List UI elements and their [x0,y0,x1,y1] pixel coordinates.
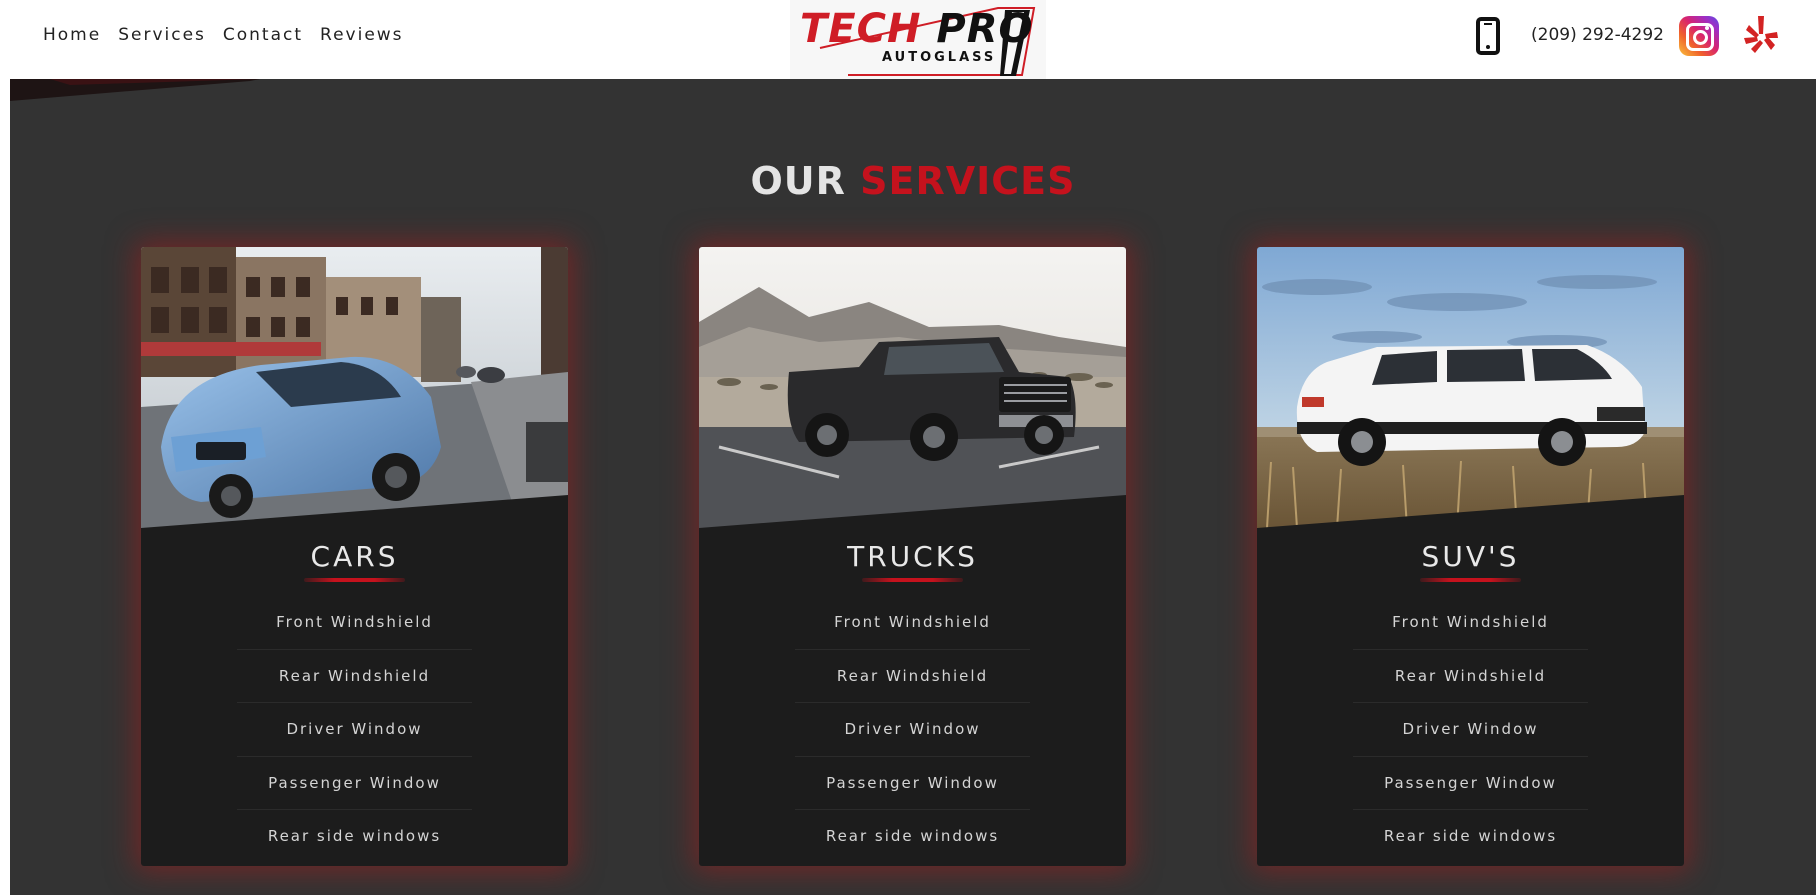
trucks-image [699,247,1126,528]
service-list: Front Windshield Rear Windshield Driver … [237,596,472,864]
service-list: Front Windshield Rear Windshield Driver … [1353,596,1588,864]
main-nav: Home Services Contact Reviews [43,25,404,45]
service-card-suvs: SUV'S Front Windshield Rear Windshield D… [1257,247,1684,866]
service-item[interactable]: Driver Window [795,703,1030,757]
service-item[interactable]: Rear Windshield [237,650,472,703]
service-item[interactable]: Driver Window [237,703,472,757]
service-card-cars: CARS Front Windshield Rear Windshield Dr… [141,247,568,866]
phone-icon[interactable] [1476,17,1500,55]
title-underline [304,578,405,582]
nav-contact[interactable]: Contact [223,25,303,45]
suvs-image [1257,247,1684,528]
instagram-icon[interactable] [1679,16,1719,56]
service-item[interactable]: Passenger Window [237,757,472,810]
decorative-wedge [10,79,260,101]
service-item[interactable]: Rear Windshield [1353,650,1588,703]
cars-image [141,247,568,528]
nav-services[interactable]: Services [118,25,206,45]
service-item[interactable]: Front Windshield [795,596,1030,650]
logo-tagline: AUTOGLASS [882,50,997,65]
service-item[interactable]: Front Windshield [1353,596,1588,650]
service-list: Front Windshield Rear Windshield Driver … [795,596,1030,864]
service-card-trucks: TRUCKS Front Windshield Rear Windshield … [699,247,1126,866]
service-item[interactable]: Rear side windows [237,810,472,864]
nav-reviews[interactable]: Reviews [320,25,404,45]
service-item[interactable]: Rear side windows [795,810,1030,864]
services-section: OUR SERVICES CARS Front Windshield Rear … [10,79,1816,895]
logo-wordmark: TECH PRO [800,6,1034,52]
card-title: CARS [310,540,399,573]
service-item[interactable]: Driver Window [1353,703,1588,757]
title-underline [1420,578,1521,582]
title-underline [862,578,963,582]
card-title: SUV'S [1421,540,1520,573]
service-item[interactable]: Rear Windshield [795,650,1030,703]
section-title: OUR SERVICES [750,159,1076,203]
nav-home[interactable]: Home [43,25,101,45]
phone-number[interactable]: (209) 292-4292 [1531,25,1664,45]
yelp-icon[interactable] [1744,14,1778,54]
site-header: Home Services Contact Reviews TECH PRO A… [0,0,1819,79]
page-margin-left [0,79,10,895]
service-item[interactable]: Front Windshield [237,596,472,650]
card-title: TRUCKS [847,540,978,573]
site-logo[interactable]: TECH PRO AUTOGLASS [790,0,1046,79]
service-item[interactable]: Passenger Window [1353,757,1588,810]
service-item[interactable]: Passenger Window [795,757,1030,810]
service-item[interactable]: Rear side windows [1353,810,1588,864]
